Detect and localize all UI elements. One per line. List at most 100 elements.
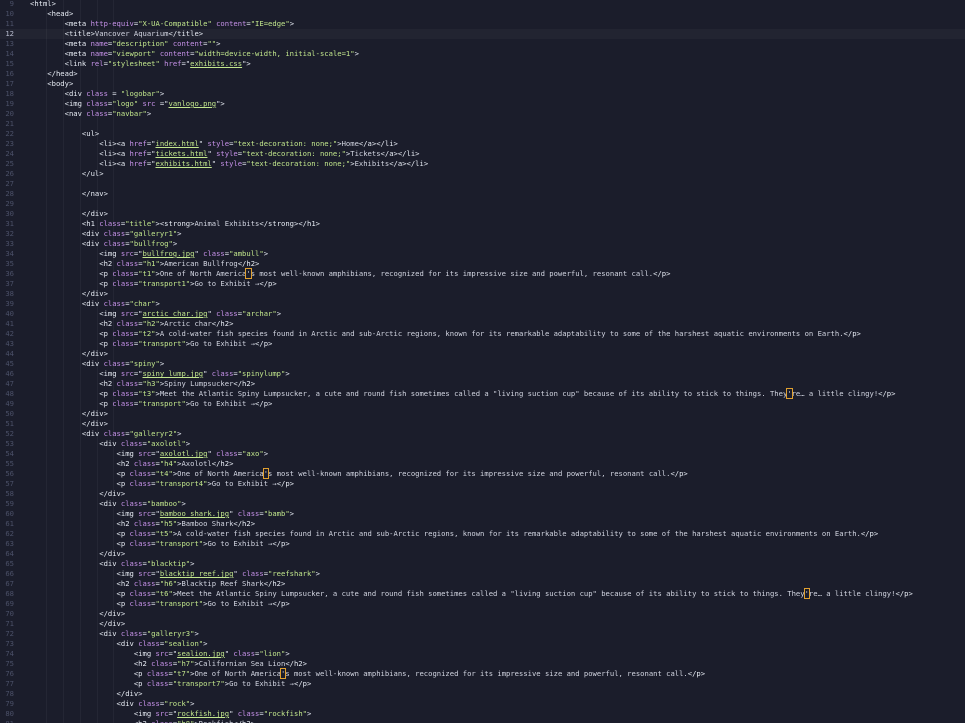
code-line[interactable]: 10 <head> [0,9,965,19]
code-line[interactable]: 37 <p class="transport1">Go to Exhibit →… [0,279,965,289]
code-token: s most well-known amphibians, recognized… [285,669,688,678]
code-line[interactable]: 20 <nav class="navbar"> [0,109,965,119]
code-line[interactable]: 47 <h2 class="h3">Spiny Lumpsucker</h2> [0,379,965,389]
code-line[interactable]: 27 [0,179,965,189]
code-line[interactable]: 43 <p class="transport">Go to Exhibit →<… [0,339,965,349]
code-line[interactable]: 16 </head> [0,69,965,79]
code-token: src [138,569,152,578]
code-line[interactable]: 75 <h2 class="h7">Californian Sea Lion</… [0,659,965,669]
code-token: =" [168,649,178,658]
code-line[interactable]: 33 <div class="bullfrog"> [0,239,965,249]
code-line[interactable]: 32 <div class="galleryr1"> [0,229,965,239]
code-token: src [120,249,134,258]
code-text: <p class="t7">One of North America's mos… [30,668,705,679]
code-line[interactable]: 53 <div class="axolotl"> [0,439,965,449]
code-line[interactable]: 22 <ul> [0,129,965,139]
code-line[interactable]: 67 <h2 class="h6">Blacktip Reef Shark</h… [0,579,965,589]
code-token: class [151,719,173,723]
code-line[interactable]: 48 <p class="t3">Meet the Atlantic Spiny… [0,388,965,399]
code-line[interactable]: 61 <h2 class="h5">Bamboo Shark</h2> [0,519,965,529]
code-line[interactable]: 36 <p class="t1">One of North America's … [0,268,965,279]
line-number: 11 [5,19,14,28]
code-token: "h6" [159,579,178,588]
code-token: Californian Sea Lion [198,659,286,668]
code-line[interactable]: 63 <p class="transport">Go to Exhibit →<… [0,539,965,549]
code-text: <title>Vancover Aquarium</title> [30,29,204,39]
code-line[interactable]: 70 </div> [0,609,965,619]
code-line[interactable]: 65 <div class="blacktip"> [0,559,965,569]
code-token: </h2> [263,579,286,588]
code-line[interactable]: 71 </div> [0,619,965,629]
code-line[interactable]: 66 <img src="blacktip_reef.jpg" class="r… [0,569,965,579]
code-line[interactable]: 73 <div class="sealion"> [0,639,965,649]
code-line[interactable]: 57 <p class="transport4">Go to Exhibit →… [0,479,965,489]
code-line[interactable]: 18 <div class = "logobar"> [0,89,965,99]
code-line[interactable]: 34 <img src="bullfrog.jpg" class="ambull… [0,249,965,259]
code-token: > [159,359,165,368]
code-line[interactable]: 59 <div class="bamboo"> [0,499,965,509]
code-line[interactable]: 62 <p class="t5">A cold-water fish speci… [0,529,965,539]
code-line[interactable]: 9 <html> [0,0,965,9]
code-line[interactable]: 30 </div> [0,209,965,219]
code-line[interactable]: 14 <meta name="viewport" content="width=… [0,49,965,59]
code-line[interactable]: 39 <div class="char"> [0,299,965,309]
code-text: <img src="spiny_lump.jpg" class="spinylu… [30,369,289,379]
code-line[interactable]: 50 </div> [0,409,965,419]
code-line[interactable]: 44 </div> [0,349,965,359]
code-line[interactable]: 40 <img src="arctic_char.jpg" class="arc… [0,309,965,319]
code-line[interactable]: 58 </div> [0,489,965,499]
code-line[interactable]: 55 <h2 class="h4">Axolotl</h2> [0,459,965,469]
line-number: 74 [5,649,14,658]
code-token: " [203,369,212,378]
code-line[interactable]: 17 <body> [0,79,965,89]
code-line[interactable]: 77 <p class="transport7">Go to Exhibit →… [0,679,965,689]
code-line[interactable]: 74 <img src="sealion.jpg" class="lion"> [0,649,965,659]
line-number: 15 [5,59,14,68]
code-line[interactable]: 19 <img class="logo" src ="vanlogo.png"> [0,99,965,109]
code-token: class [120,499,143,508]
code-line[interactable]: 45 <div class="spiny"> [0,359,965,369]
code-token: class [103,359,126,368]
code-line[interactable]: 60 <img src="bamboo_shark.jpg" class="ba… [0,509,965,519]
code-line[interactable]: 21 [0,119,965,129]
code-line[interactable]: 13 <meta name="description" content=""> [0,39,965,49]
code-line[interactable]: 68 <p class="t6">Meet the Atlantic Spiny… [0,588,965,599]
code-line[interactable]: 31 <h1 class="title"><strong>Animal Exhi… [0,219,965,229]
code-token: "h2" [142,319,160,328]
code-editor[interactable]: 9 <html> 10 <head> 11 <meta http-equiv="X-U… [0,0,965,723]
code-line[interactable]: 23 <li><a href="index.html" style="text-… [0,139,965,149]
code-line[interactable]: 12 <title>Vancover Aquarium</title> [0,29,965,39]
code-line[interactable]: 54 <img src="axolotl.jpg" class="axo"> [0,449,965,459]
code-token: Arctic char [164,319,212,328]
code-line[interactable]: 42 <p class="t2">A cold-water fish speci… [0,329,965,339]
code-line[interactable]: 64 </div> [0,549,965,559]
code-line[interactable]: 81 <h2 class="h8">Rockfish</h2> [0,719,965,723]
code-line[interactable]: 28 </nav> [0,189,965,199]
code-line[interactable]: 46 <img src="spiny_lump.jpg" class="spin… [0,369,965,379]
code-line[interactable]: 25 <li><a href="exhibits.html" style="te… [0,159,965,169]
code-line[interactable]: 76 <p class="t7">One of North America's … [0,668,965,679]
code-token: class [103,229,126,238]
code-line[interactable]: 52 <div class="galleryr2"> [0,429,965,439]
code-token: <img [30,99,87,108]
code-line[interactable]: 35 <h2 class="h1">American Bullfrog</h2> [0,259,965,269]
code-line[interactable]: 72 <div class="galleryr3"> [0,629,965,639]
code-line[interactable]: 11 <meta http-equiv="X-UA-Compatible" co… [0,19,965,29]
code-line[interactable]: 24 <li><a href="tickets.html" style="tex… [0,149,965,159]
code-token: =" [146,149,156,158]
code-line[interactable]: 15 <link rel="stylesheet" href="exhibits… [0,59,965,69]
line-number: 12 [5,29,14,38]
code-line[interactable]: 29 [0,199,965,209]
line-number: 40 [5,309,14,318]
code-line[interactable]: 41 <h2 class="h2">Arctic char</h2> [0,319,965,329]
code-line[interactable]: 38 </div> [0,289,965,299]
code-line[interactable]: 51 </div> [0,419,965,429]
code-line[interactable]: 49 <p class="transport">Go to Exhibit →<… [0,399,965,409]
code-line[interactable]: 80 <img src="rockfish.jpg" class="rockfi… [0,709,965,719]
code-line[interactable]: 78 </div> [0,689,965,699]
code-line[interactable]: 26 </ul> [0,169,965,179]
code-line[interactable]: 56 <p class="t4">One of North America's … [0,468,965,479]
code-text: <p class="t3">Meet the Atlantic Spiny Lu… [30,388,895,399]
code-line[interactable]: 79 <div class="rock"> [0,699,965,709]
code-line[interactable]: 69 <p class="transport">Go to Exhibit →<… [0,599,965,609]
